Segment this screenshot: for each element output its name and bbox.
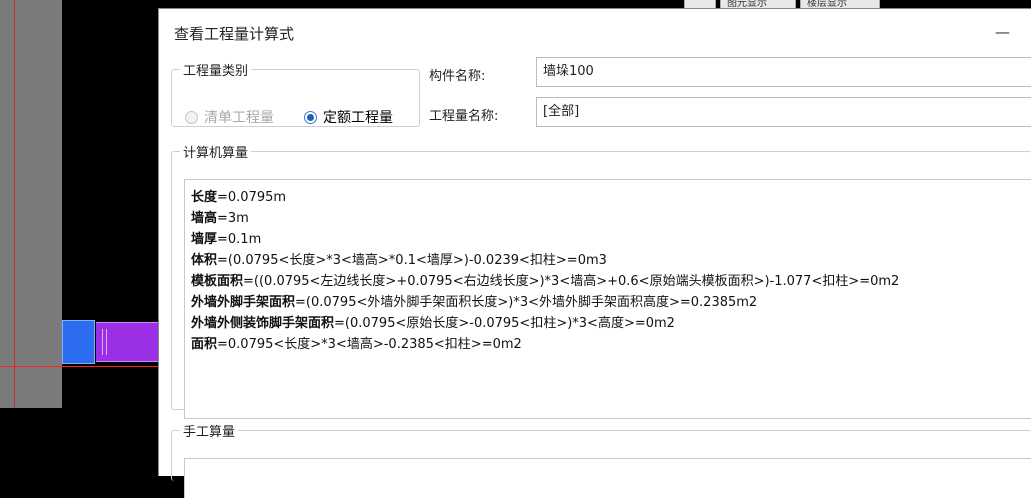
toolbar-tab-element-display[interactable]: 图元显示 <box>720 0 796 8</box>
formula-line: 长度=0.0795m <box>191 190 287 205</box>
radio-label: 清单工程量 <box>204 110 274 126</box>
quantity-type-legend: 工程量类别 <box>183 64 249 79</box>
manual-calc-group: 手工算量 <box>171 421 1031 498</box>
radio-quota-quantity[interactable]: 定额工程量 <box>304 107 393 127</box>
wall-segment-line <box>106 329 107 355</box>
quantity-name-label: 工程量名称: <box>429 109 499 124</box>
computer-calc-group: 计算机算量 长度=0.0795m 墙高=3m 墙厚=0.1m 体积=(0.079… <box>171 142 1031 419</box>
selected-pier-element[interactable] <box>62 320 95 364</box>
formula-line: 墙厚=0.1m <box>191 232 262 247</box>
component-name-field[interactable]: 墙垛100 <box>536 57 1031 87</box>
toolbar-strip: 图元显示 楼层显示 <box>684 0 884 8</box>
computer-calc-textarea[interactable]: 长度=0.0795m 墙高=3m 墙厚=0.1m 体积=(0.0795<长度>*… <box>184 179 1031 419</box>
wall-segment-line <box>102 329 103 355</box>
radio-label: 定额工程量 <box>323 110 393 126</box>
formula-line: 面积=0.0795<长度>*3<墙高>-0.2385<扣柱>=0m2 <box>191 337 522 352</box>
formula-line: 外墙外侧装饰脚手架面积=(0.0795<原始长度>-0.0795<扣柱>)*3<… <box>191 316 675 331</box>
manual-calc-textarea[interactable] <box>184 458 1031 498</box>
formula-line: 外墙外脚手架面积=(0.0795<外墙外脚手架面积长度>)*3<外墙外脚手架面积… <box>191 295 758 310</box>
toolbar-tab[interactable] <box>684 0 716 8</box>
formula-line: 模板面积=((0.0795<左边线长度>+0.0795<右边线长度>)*3<墙高… <box>191 274 900 289</box>
radio-icon <box>185 110 198 124</box>
dialog-title: 查看工程量计算式 <box>174 25 295 43</box>
radio-bill-quantity[interactable]: 清单工程量 <box>185 107 274 127</box>
quantity-name-field[interactable]: [全部] <box>536 97 1031 127</box>
axis-line-horizontal <box>0 366 160 367</box>
wall-column-gray <box>0 0 62 408</box>
computer-calc-legend: 计算机算量 <box>183 146 249 161</box>
axis-line-vertical <box>14 0 15 408</box>
toolbar-tab-floor-display[interactable]: 楼层显示 <box>800 0 880 8</box>
quantity-type-group: 工程量类别 清单工程量 定额工程量 <box>171 60 420 127</box>
component-name-label: 构件名称: <box>429 69 486 84</box>
wall-element[interactable] <box>96 322 160 362</box>
manual-calc-legend: 手工算量 <box>183 425 236 440</box>
formula-line: 墙高=3m <box>191 211 249 226</box>
minimize-button[interactable]: — <box>995 23 1010 41</box>
quantity-formula-dialog: 查看工程量计算式 — 工程量类别 清单工程量 定额工程量 构件名称: 墙垛100… <box>158 8 1031 498</box>
formula-line: 体积=(0.0795<长度>*3<墙高>*0.1<墙厚>)-0.0239<扣柱>… <box>191 253 607 268</box>
radio-icon <box>304 110 317 124</box>
